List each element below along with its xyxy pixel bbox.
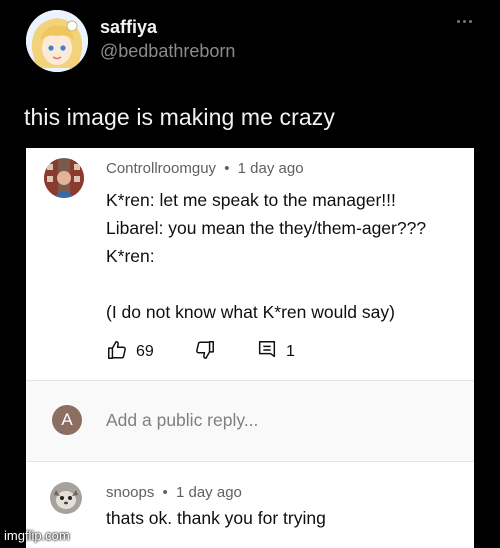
replies-button[interactable]: 1 <box>256 340 295 364</box>
comment-line: (I do not know what K*ren would say) <box>106 302 395 322</box>
reply-author[interactable]: snoops <box>106 484 154 501</box>
comment-time[interactable]: 1 day ago <box>238 160 304 177</box>
dislike-button[interactable] <box>194 340 216 364</box>
reply-input[interactable] <box>106 407 436 433</box>
comment-screenshot-card: Controllroomguy • 1 day ago K*ren: let m… <box>26 148 474 548</box>
comment-line <box>106 270 426 298</box>
my-avatar: A <box>52 405 82 435</box>
tweet-text: this image is making me crazy <box>24 104 335 130</box>
comment-line: Libarel: you mean the they/them-ager??? <box>106 218 427 238</box>
like-count: 69 <box>136 343 154 360</box>
ellipsis-icon[interactable] <box>452 14 476 28</box>
watermark: imgflip.com <box>4 528 70 543</box>
user-handle[interactable]: @bedbathreborn <box>100 38 235 64</box>
meta-separator: • <box>224 160 230 177</box>
reply-comment: snoops • 1 day ago thats ok. thank you f… <box>26 462 474 548</box>
tweet-header: saffiya @bedbathreborn <box>26 10 486 74</box>
reply-comment-icon <box>256 339 278 366</box>
profile-avatar[interactable] <box>26 10 88 72</box>
comment-body: K*ren: let me speak to the manager!!! Li… <box>106 186 426 326</box>
user-names: saffiya @bedbathreborn <box>100 16 235 64</box>
thumbs-down-icon <box>194 339 216 366</box>
like-button[interactable]: 69 <box>106 340 154 364</box>
comment-line: K*ren: let me speak to the manager!!! <box>106 190 396 210</box>
comment-actions: 69 1 <box>106 340 366 364</box>
meta-separator: • <box>162 484 168 501</box>
reply-box: A <box>26 381 474 461</box>
reply-time[interactable]: 1 day ago <box>176 484 242 501</box>
display-name[interactable]: saffiya <box>100 16 235 38</box>
comment: Controllroomguy • 1 day ago K*ren: let m… <box>26 148 474 380</box>
reply-author-avatar[interactable] <box>50 482 82 514</box>
reply-meta: snoops • 1 day ago <box>106 484 242 501</box>
reply-count: 1 <box>286 343 295 360</box>
thumbs-up-icon <box>106 339 128 366</box>
comment-meta: Controllroomguy • 1 day ago <box>106 160 304 177</box>
comment-author[interactable]: Controllroomguy <box>106 160 216 177</box>
reply-body: thats ok. thank you for trying <box>106 508 326 528</box>
commenter-avatar[interactable] <box>44 158 84 198</box>
comment-line: K*ren: <box>106 246 155 266</box>
